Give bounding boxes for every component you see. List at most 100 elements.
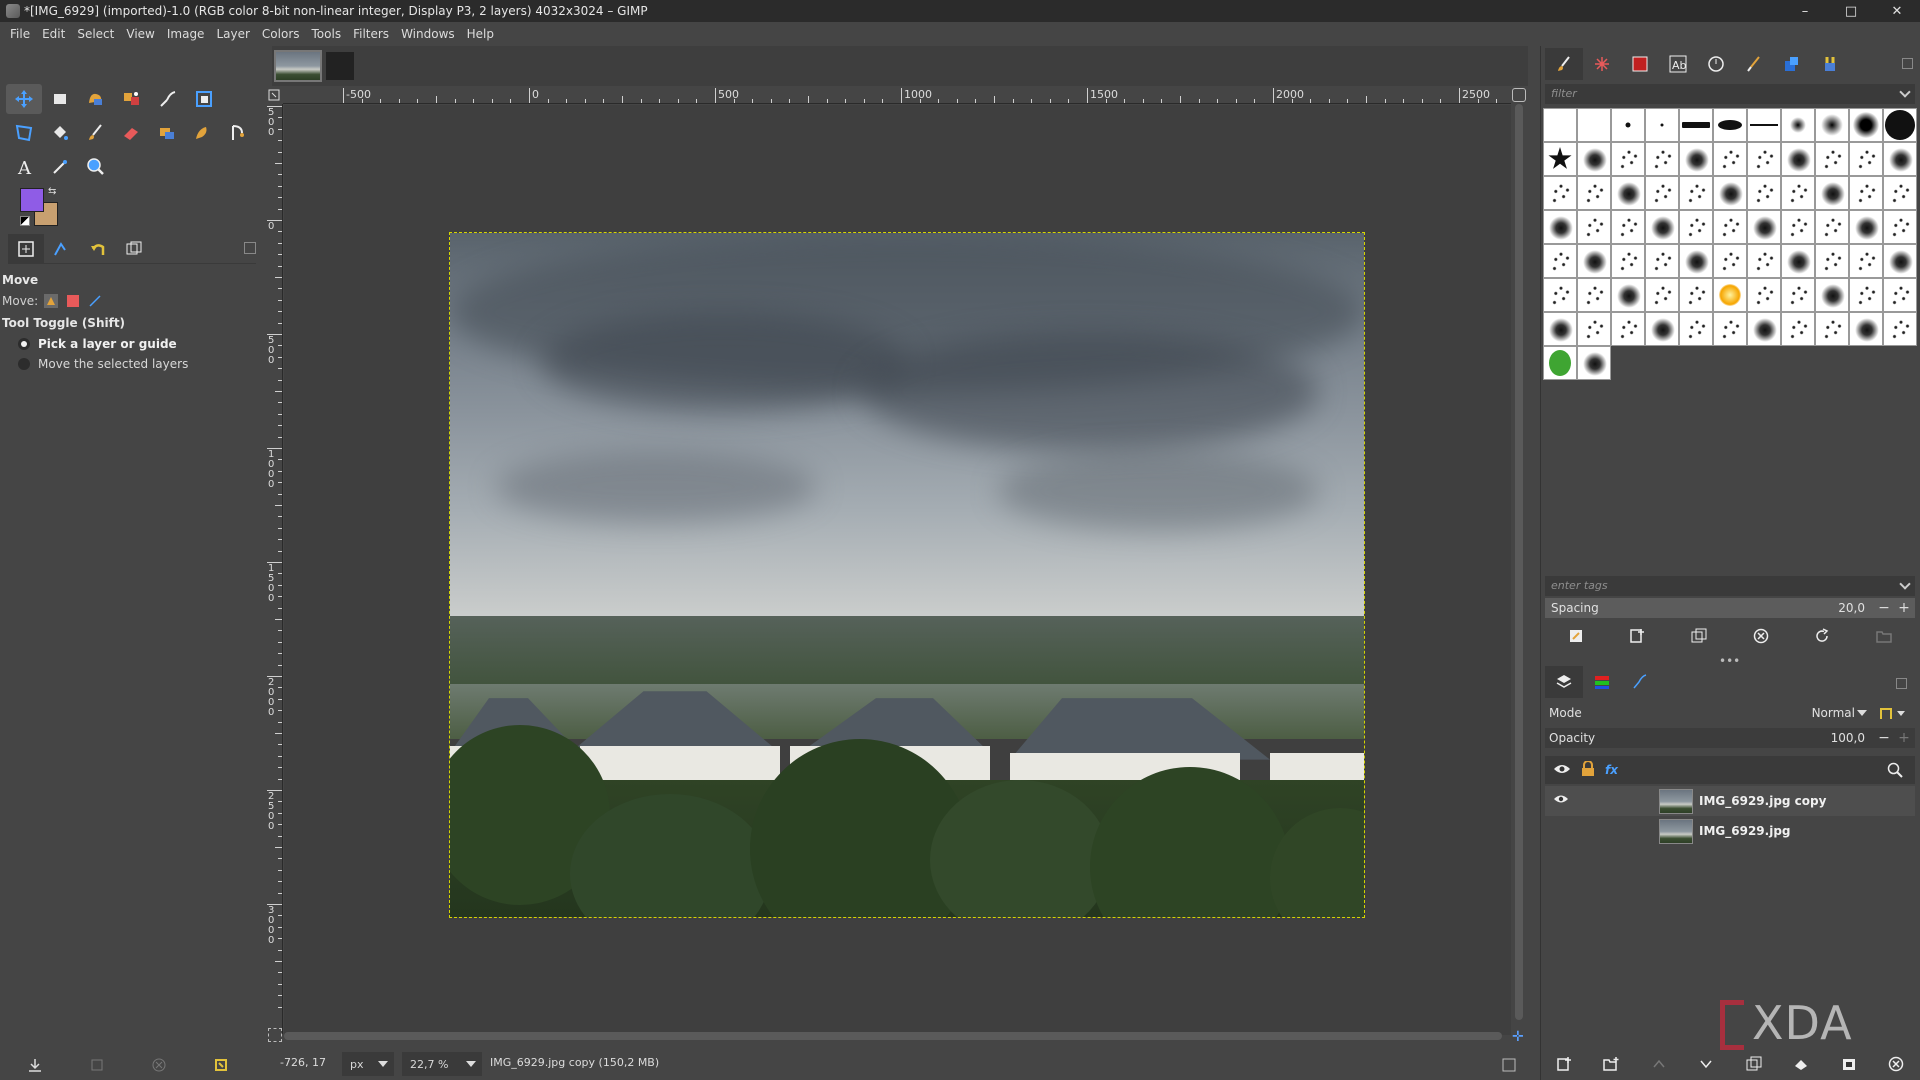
brush-item[interactable] [1679,244,1713,278]
vertical-ruler[interactable]: 500 0 500 1000 1500 2000 2500 3000 [267,104,283,1034]
radio-pick-layer[interactable] [18,338,30,350]
brush-item[interactable] [1645,244,1679,278]
chevron-down-icon[interactable] [1899,86,1911,98]
brush-item[interactable] [1781,210,1815,244]
search-icon[interactable] [1887,762,1903,781]
brush-item[interactable] [1577,312,1611,346]
brush-item[interactable] [1747,244,1781,278]
layer-name[interactable]: IMG_6929.jpg copy [1699,794,1826,808]
horizontal-ruler[interactable]: -500050010001500200025003000350040004500 [283,88,1511,104]
brush-item[interactable] [1883,142,1917,176]
clone-icon[interactable] [149,118,185,148]
spacing-decrease-button[interactable]: − [1875,598,1893,618]
brush-item[interactable] [1645,312,1679,346]
menu-image[interactable]: Image [161,27,211,41]
brush-item[interactable] [1815,176,1849,210]
brush-item[interactable] [1781,312,1815,346]
tab-tool-options[interactable] [8,234,44,264]
brush-item[interactable] [1747,108,1781,142]
edit-brush-icon[interactable] [1568,628,1584,647]
brush-item[interactable] [1577,210,1611,244]
brush-item[interactable] [1815,278,1849,312]
move-layer-icon[interactable] [42,292,60,310]
maximize-button[interactable]: □ [1828,0,1874,22]
brush-item[interactable] [1611,312,1645,346]
layer-row[interactable]: IMG_6929.jpg [1545,816,1915,846]
bucket-fill-icon[interactable] [42,118,78,148]
brush-item[interactable] [1815,108,1849,142]
raise-layer-icon[interactable] [1650,1055,1668,1073]
brush-item[interactable] [1543,108,1577,142]
brush-item[interactable] [1849,244,1883,278]
brush-item[interactable] [1577,278,1611,312]
eraser-icon[interactable] [113,118,149,148]
brush-item[interactable] [1679,142,1713,176]
tab-palettes[interactable] [1811,48,1849,80]
brush-item[interactable] [1781,244,1815,278]
brush-item[interactable] [1679,108,1713,142]
brush-item[interactable] [1747,312,1781,346]
menu-filters[interactable]: Filters [347,27,395,41]
tab-mypaint-brushes[interactable] [1735,48,1773,80]
close-button[interactable]: ✕ [1874,0,1920,22]
navigate-image-icon[interactable]: ✛ [1512,1030,1526,1044]
brush-item[interactable] [1883,210,1917,244]
option-move-selected[interactable]: Move the selected layers [2,354,257,374]
brush-item[interactable] [1815,142,1849,176]
tab-paint-dynamics[interactable] [1583,48,1621,80]
brush-item[interactable] [1747,210,1781,244]
brush-item[interactable] [1645,142,1679,176]
minimize-button[interactable]: – [1782,0,1828,22]
tab-layers[interactable] [1545,666,1583,698]
radio-move-selected[interactable] [18,358,30,370]
unit-selector[interactable]: px [342,1052,394,1076]
warp-icon[interactable] [220,118,256,148]
paintbrush-icon[interactable] [77,118,113,148]
brush-item[interactable] [1645,210,1679,244]
vertical-scrollbar[interactable] [1515,104,1523,1020]
duplicate-brush-icon[interactable] [1691,628,1707,647]
brush-item[interactable] [1577,108,1611,142]
brush-item[interactable] [1611,108,1645,142]
brush-item[interactable] [1849,278,1883,312]
tab-device-status[interactable] [44,234,80,264]
zoom-image-when-window-resizes-icon[interactable] [1512,88,1526,102]
brush-item[interactable] [1543,244,1577,278]
brush-item[interactable] [1611,278,1645,312]
move-selection-icon[interactable] [64,292,82,310]
image-tab-empty[interactable] [326,52,354,80]
option-pick-layer[interactable]: Pick a layer or guide [2,334,257,354]
brush-item[interactable] [1611,142,1645,176]
open-brush-folder-icon[interactable] [1876,628,1892,647]
quick-mask-toggle-icon[interactable] [268,1028,282,1042]
brush-item[interactable] [1713,210,1747,244]
brush-item[interactable] [1849,108,1883,142]
brush-item[interactable] [1577,142,1611,176]
add-mask-icon[interactable] [1840,1055,1858,1073]
move-path-icon[interactable] [86,292,104,310]
brush-item[interactable] [1849,176,1883,210]
eye-icon[interactable] [1553,762,1571,779]
brush-item[interactable] [1815,210,1849,244]
text-icon[interactable]: A [6,152,42,182]
chevron-down-icon[interactable] [1857,710,1867,716]
crop-icon[interactable] [186,84,222,114]
duplicate-layer-icon[interactable] [1745,1055,1763,1073]
brush-item[interactable] [1543,312,1577,346]
brush-item[interactable] [1645,278,1679,312]
refresh-brushes-icon[interactable] [1814,627,1830,647]
image-tab-thumbnail[interactable] [274,50,322,82]
layer-visibility-eye-icon[interactable] [1553,793,1569,809]
reset-tool-options-icon[interactable] [212,1056,230,1074]
chevron-down-icon[interactable] [1899,578,1911,590]
brush-item[interactable] [1815,312,1849,346]
save-tool-preset-icon[interactable] [26,1056,44,1074]
brush-item[interactable] [1713,176,1747,210]
image-canvas[interactable] [449,232,1365,918]
brush-item[interactable] [1883,176,1917,210]
zoom-selector[interactable]: 22,7 % [402,1052,482,1076]
brush-item[interactable] [1849,142,1883,176]
foreground-color-swatch[interactable] [20,188,44,212]
brush-item[interactable] [1679,176,1713,210]
zoom-icon[interactable] [78,152,114,182]
